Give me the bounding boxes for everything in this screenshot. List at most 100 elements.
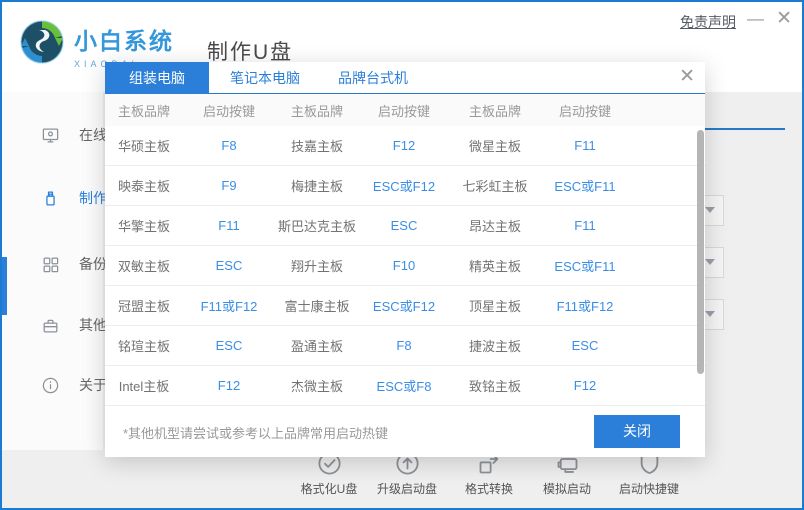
chevron-down-icon: [705, 259, 715, 265]
toolbar-item-label: 格式化U盘: [284, 480, 374, 497]
tab-brand-desktop[interactable]: 品牌台式机: [321, 62, 425, 94]
sidebar-item-label: 在线: [79, 125, 107, 145]
bootkey-cell: F9: [183, 178, 275, 193]
brand-cell: 映泰主板: [105, 176, 183, 195]
bootkey-cell: F8: [359, 338, 449, 353]
sidebar-item-other[interactable]: 其他: [2, 312, 103, 338]
bootkey-cell: F8: [183, 138, 275, 153]
bootkey-cell: ESC或F8: [359, 376, 449, 395]
bootkey-cell: F12: [541, 378, 629, 393]
sidebar-item-label: 其他: [79, 315, 107, 335]
close-icon[interactable]: ✕: [776, 8, 792, 30]
boot-hotkey-dialog: 组装电脑 笔记本电脑 品牌台式机 ✕ 主板品牌 启动按键 主板品牌 启动按键 主…: [105, 62, 705, 457]
bootkey-cell: F10: [359, 258, 449, 273]
info-icon: [41, 376, 60, 395]
bootkey-cell: ESC: [183, 338, 275, 353]
usb-icon: [41, 189, 60, 208]
brand-cell: 顶星主板: [449, 296, 541, 315]
brand-cell: 斯巴达克主板: [275, 216, 359, 235]
brand-cell: 翔升主板: [275, 256, 359, 275]
background-tab-underline: [702, 128, 785, 130]
brand-cell: 微星主板: [449, 136, 541, 155]
brand-cell: 华硕主板: [105, 136, 183, 155]
disclaimer-link[interactable]: 免责声明: [680, 12, 736, 32]
bootkey-cell: ESC或F11: [541, 256, 629, 275]
sidebar-item-make-usb[interactable]: 制作: [2, 185, 103, 211]
column-header: 启动按键: [183, 101, 275, 120]
app-window: 小白系统 XIAOBAI 制作U盘 免责声明 — ✕ 在线 制: [0, 0, 804, 510]
logo-icon: [18, 18, 66, 66]
brand-cell: 七彩虹主板: [449, 176, 541, 195]
bootkey-cell: ESC或F11: [541, 176, 629, 195]
bootkey-cell: F11或F12: [541, 296, 629, 315]
dialog-footer: *其他机型请尝试或参考以上品牌常用启动热键 关闭: [105, 406, 705, 457]
brand-cell: 华擎主板: [105, 216, 183, 235]
chevron-down-icon: [705, 311, 715, 317]
app-title: 小白系统: [74, 22, 174, 56]
toolbar-format-convert[interactable]: 格式转换: [444, 450, 534, 497]
toolbar-boot-hotkey[interactable]: 启动快捷键: [604, 450, 694, 497]
monitor-icon: [41, 126, 60, 145]
table-row: 铭瑄主板 ESC 盈通主板 F8 捷波主板 ESC: [105, 326, 705, 366]
toolbar-upgrade-disk[interactable]: 升级启动盘: [362, 450, 452, 497]
brand-cell: 冠盟主板: [105, 296, 183, 315]
bottom-toolbar: 格式化U盘 升级启动盘 格式转换 模拟启动: [2, 450, 802, 500]
bootkey-cell: F12: [359, 138, 449, 153]
bootkey-cell: ESC或F12: [359, 296, 449, 315]
column-header: 主板品牌: [275, 101, 359, 120]
table-row: 双敏主板 ESC 翔升主板 F10 精英主板 ESC或F11: [105, 246, 705, 286]
bootkey-cell: F11或F12: [183, 296, 275, 315]
table-row: Intel主板 F12 杰微主板 ESC或F8 致铭主板 F12: [105, 366, 705, 406]
toolbox-icon: [41, 316, 60, 335]
bootkey-cell: F12: [183, 378, 275, 393]
sidebar-item-backup[interactable]: 备份: [2, 251, 103, 277]
brand-cell: 双敏主板: [105, 256, 183, 275]
sidebar-item-label: 制作: [79, 188, 107, 208]
dialog-tabbar: 组装电脑 笔记本电脑 品牌台式机: [105, 62, 705, 94]
brand-cell: 富士康主板: [275, 296, 359, 315]
sidebar-item-online[interactable]: 在线: [2, 122, 103, 148]
bootkey-cell: ESC: [541, 338, 629, 353]
column-header: 主板品牌: [449, 101, 541, 120]
toolbar-item-label: 模拟启动: [522, 480, 612, 497]
bootkey-cell: ESC或F12: [359, 176, 449, 195]
table-row: 华擎主板 F11 斯巴达克主板 ESC 昂达主板 F11: [105, 206, 705, 246]
brand-cell: 梅捷主板: [275, 176, 359, 195]
table-scrollbar[interactable]: [697, 130, 704, 374]
brand-cell: 技嘉主板: [275, 136, 359, 155]
brand-cell: 捷波主板: [449, 336, 541, 355]
table-row: 华硕主板 F8 技嘉主板 F12 微星主板 F11: [105, 126, 705, 166]
sidebar-item-label: 关于: [79, 375, 107, 395]
brand-cell: 昂达主板: [449, 216, 541, 235]
sidebar: 在线 制作 备份 其他: [2, 92, 103, 450]
brand-cell: Intel主板: [105, 376, 183, 395]
table-row: 冠盟主板 F11或F12 富士康主板 ESC或F12 顶星主板 F11或F12: [105, 286, 705, 326]
bootkey-cell: F11: [183, 218, 275, 233]
tab-laptop[interactable]: 笔记本电脑: [209, 62, 321, 94]
toolbar-format-usb[interactable]: 格式化U盘: [284, 450, 374, 497]
bootkey-cell: F11: [541, 138, 629, 153]
brand-cell: 盈通主板: [275, 336, 359, 355]
chevron-down-icon: [705, 207, 715, 213]
grid-icon: [41, 255, 60, 274]
sidebar-item-about[interactable]: 关于: [2, 372, 103, 398]
column-header: 启动按键: [359, 101, 449, 120]
close-dialog-button[interactable]: 关闭: [594, 415, 680, 448]
bootkey-cell: F11: [541, 218, 629, 233]
toolbar-item-label: 格式转换: [444, 480, 534, 497]
brand-cell: 精英主板: [449, 256, 541, 275]
bootkey-cell: ESC: [359, 218, 449, 233]
dialog-close-icon[interactable]: ✕: [679, 65, 695, 88]
brand-cell: 杰微主板: [275, 376, 359, 395]
minimize-icon[interactable]: —: [747, 8, 764, 30]
toolbar-item-label: 升级启动盘: [362, 480, 452, 497]
toolbar-simulate-boot[interactable]: 模拟启动: [522, 450, 612, 497]
column-header: 主板品牌: [105, 101, 183, 120]
sidebar-item-label: 备份: [79, 254, 107, 274]
brand-cell: 铭瑄主板: [105, 336, 183, 355]
bootkey-cell: ESC: [183, 258, 275, 273]
table-row: 映泰主板 F9 梅捷主板 ESC或F12 七彩虹主板 ESC或F11: [105, 166, 705, 206]
column-header: 启动按键: [541, 101, 629, 120]
tab-assembled-pc[interactable]: 组装电脑: [105, 62, 209, 94]
toolbar-item-label: 启动快捷键: [604, 480, 694, 497]
